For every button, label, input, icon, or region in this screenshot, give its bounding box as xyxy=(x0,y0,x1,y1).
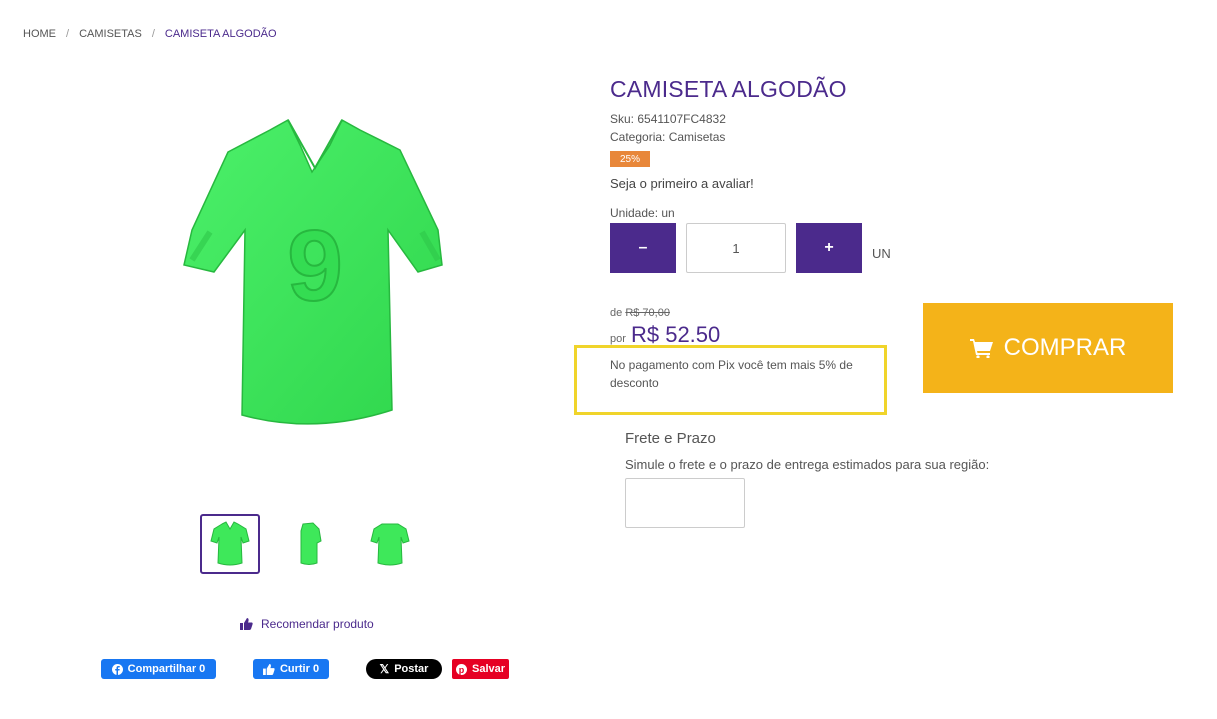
product-category: Categoria: Camisetas xyxy=(610,130,726,144)
facebook-like-label: Curtir 0 xyxy=(279,663,320,675)
old-price-prefix: de xyxy=(610,307,623,319)
svg-text:9: 9 xyxy=(287,210,343,322)
buy-button-label: COMPRAR xyxy=(1003,334,1127,361)
thumbnail-gallery xyxy=(200,514,420,574)
svg-text:p: p xyxy=(459,664,465,674)
x-post-label: Postar xyxy=(394,663,429,675)
cep-input[interactable] xyxy=(625,478,745,528)
shirt-thumbnail xyxy=(210,521,250,566)
cart-icon xyxy=(969,339,993,358)
recommend-product-link[interactable]: Recomendar produto xyxy=(240,617,374,631)
breadcrumb-current: CAMISETA ALGODÃO xyxy=(164,28,277,40)
thumbs-up-icon xyxy=(240,618,253,630)
shipping-title: Frete e Prazo xyxy=(625,430,716,447)
new-price-prefix: por xyxy=(610,333,626,345)
pix-discount-note: No pagamento com Pix você tem mais 5% de… xyxy=(610,358,853,390)
buy-button[interactable]: COMPRAR xyxy=(923,303,1173,393)
pinterest-label: Salvar xyxy=(471,663,506,675)
rating-prompt[interactable]: Seja o primeiro a avaliar! xyxy=(610,176,754,191)
recommend-label: Recomendar produto xyxy=(261,617,374,631)
unit-label: Unidade: un xyxy=(610,206,675,220)
unit-suffix: UN xyxy=(872,246,891,261)
quantity-increase-button[interactable]: + xyxy=(796,223,862,273)
discount-badge: 25% xyxy=(610,151,650,167)
breadcrumb-home[interactable]: HOME xyxy=(23,28,56,40)
shipping-description: Simule o frete e o prazo de entrega esti… xyxy=(625,457,990,472)
new-price-value: R$ 52.50 xyxy=(630,322,721,347)
product-main-image[interactable]: 9 xyxy=(170,110,460,440)
facebook-share-button[interactable]: Compartilhar 0 xyxy=(101,659,216,679)
old-price-value: R$ 70,00 xyxy=(625,307,670,319)
quantity-decrease-button[interactable]: – xyxy=(610,223,676,273)
product-title: CAMISETA ALGODÃO xyxy=(610,76,847,102)
facebook-share-label: Compartilhar 0 xyxy=(127,663,206,675)
breadcrumb: HOME / CAMISETAS / CAMISETA ALGODÃO xyxy=(23,28,277,40)
thumbnail-back[interactable] xyxy=(360,514,420,574)
breadcrumb-category[interactable]: CAMISETAS xyxy=(79,28,142,40)
facebook-icon xyxy=(111,663,123,675)
old-price: de R$ 70,00 xyxy=(610,307,670,319)
product-sku: Sku: 6541107FC4832 xyxy=(610,112,726,126)
x-post-button[interactable]: 𝕏 Postar xyxy=(366,659,442,679)
shirt-thumbnail xyxy=(370,523,410,566)
shirt-thumbnail xyxy=(300,522,322,565)
pinterest-save-button[interactable]: p Salvar xyxy=(452,659,509,679)
quantity-input[interactable] xyxy=(686,223,786,273)
facebook-like-button[interactable]: Curtir 0 xyxy=(253,659,329,679)
green-shirt-image: 9 xyxy=(183,118,443,425)
pinterest-icon: p xyxy=(455,663,467,675)
thumbnail-side[interactable] xyxy=(280,514,340,574)
breadcrumb-separator: / xyxy=(151,28,155,40)
thumbs-up-icon xyxy=(262,663,275,675)
thumbnail-front[interactable] xyxy=(200,514,260,574)
breadcrumb-separator: / xyxy=(66,28,70,40)
x-logo-icon: 𝕏 xyxy=(379,662,390,676)
